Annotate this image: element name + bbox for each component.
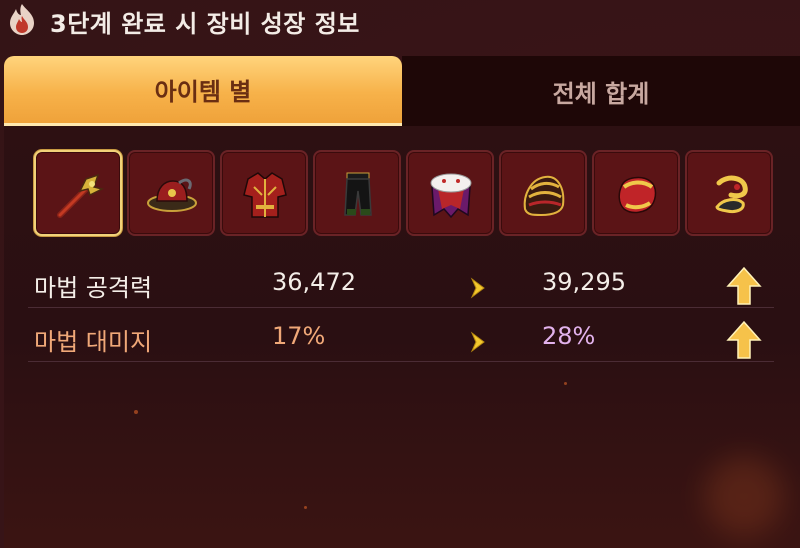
item-slot-ring[interactable]: [685, 150, 773, 236]
upgrade-info-window: 3단계 완료 시 장비 성장 정보 아이템 별 전체 합계 마법 공격력 36,…: [0, 0, 800, 548]
tab-total-label: 전체 합계: [552, 79, 650, 108]
item-slot-shoes[interactable]: [592, 150, 680, 236]
up-arrow-icon: [726, 266, 762, 305]
stat-next-value: 39,295: [542, 268, 626, 296]
stat-current-value: 36,472: [272, 268, 356, 296]
tab-by-item-label: 아이템 별: [154, 78, 252, 106]
item-slot-pants[interactable]: [313, 150, 401, 236]
cape-icon: [430, 173, 472, 219]
item-slot-hat[interactable]: [127, 150, 215, 236]
ember-particle: [304, 506, 307, 509]
window-title: 3단계 완료 시 장비 성장 정보: [50, 10, 360, 38]
stat-label: 마법 대미지: [34, 328, 153, 356]
staff-icon: [57, 173, 105, 218]
ring-icon: [715, 175, 748, 213]
window-header: 3단계 완료 시 장비 성장 정보: [0, 0, 800, 40]
pants-icon: [344, 172, 372, 216]
item-slot-overall[interactable]: [220, 150, 308, 236]
item-slot-gloves[interactable]: [499, 150, 587, 236]
item-slot-staff[interactable]: [34, 150, 122, 236]
stat-current-value: 17%: [272, 322, 326, 350]
tab-bar: 아이템 별 전체 합계: [4, 56, 800, 126]
stat-row-magic-attack: 마법 공격력 36,472 39,295: [28, 260, 774, 308]
flame-icon: [10, 4, 34, 35]
stat-next-value: 28%: [542, 322, 596, 350]
chevron-right-icon: [470, 331, 485, 353]
tab-by-item[interactable]: 아이템 별: [4, 56, 402, 126]
item-slot-cape[interactable]: [406, 150, 494, 236]
stat-label: 마법 공격력: [34, 274, 153, 302]
stat-row-magic-damage: 마법 대미지 17% 28%: [28, 314, 774, 362]
content-panel: 마법 공격력 36,472 39,295 마법 대미지 17% 28%: [4, 126, 800, 548]
chevron-right-icon: [470, 277, 485, 299]
hat-icon: [147, 178, 197, 212]
ember-glow: [704, 456, 784, 536]
gloves-icon: [523, 175, 565, 217]
up-arrow-icon: [726, 320, 762, 359]
ember-particle: [134, 410, 138, 414]
overall-armor-icon: [243, 172, 287, 218]
ember-particle: [564, 382, 567, 385]
shoes-icon: [618, 176, 657, 214]
tab-total[interactable]: 전체 합계: [402, 56, 800, 126]
